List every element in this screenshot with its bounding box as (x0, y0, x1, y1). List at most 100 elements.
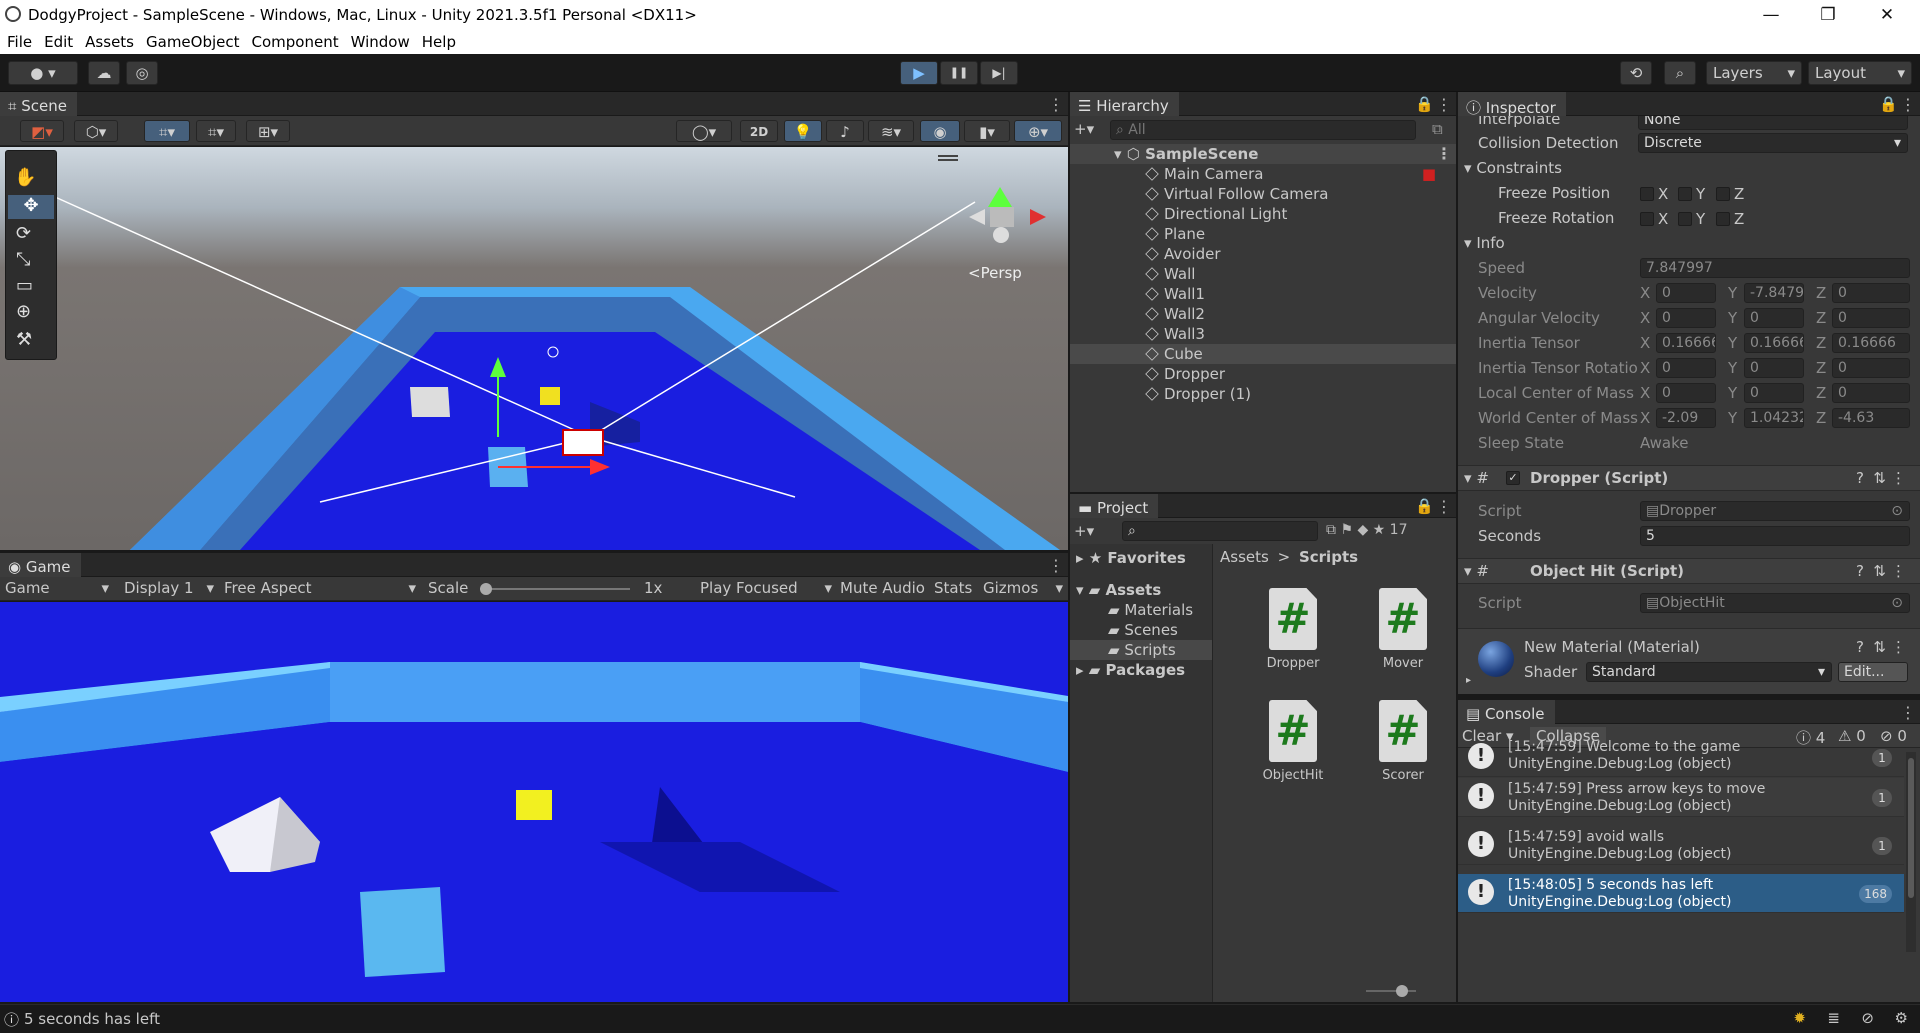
hierarchy-item[interactable]: Wall1 (1070, 284, 1456, 304)
hierarchy-search-input[interactable]: ⌕ All (1110, 120, 1416, 140)
menu-file[interactable]: File (0, 30, 37, 51)
seconds-input[interactable]: 5 (1640, 526, 1910, 546)
asset-scorer[interactable]: # Scorer (1358, 700, 1448, 783)
menu-assets[interactable]: Assets (78, 30, 139, 51)
account-button[interactable]: ● ▾ (8, 61, 78, 85)
cloud-icon[interactable]: ☁ (88, 61, 120, 85)
game-viewport[interactable] (0, 602, 1068, 1002)
hierarchy-item[interactable]: Dropper (1) (1070, 384, 1456, 404)
freeze-rot-x-checkbox[interactable] (1640, 212, 1654, 226)
objecthit-component-header[interactable]: ▾ # Object Hit (Script) ? ⇅ ⋮ (1458, 558, 1920, 584)
audio-icon[interactable]: ♪ (826, 120, 864, 142)
move-tool-icon[interactable]: ✥ (8, 195, 54, 219)
asset-dropper[interactable]: # Dropper (1248, 588, 1338, 671)
play-focused-dropdown[interactable]: Play Focused ▾ (700, 579, 832, 597)
tab-project[interactable]: ▬ Project (1070, 494, 1159, 518)
hierarchy-item[interactable]: Wall3 (1070, 324, 1456, 344)
console-scroll-thumb[interactable] (1908, 758, 1914, 898)
presets-icon[interactable]: ⇅ (1873, 469, 1886, 487)
game-mode-dropdown[interactable]: Game ▾ (5, 579, 109, 597)
menu-gameobject[interactable]: GameObject (139, 30, 245, 51)
tab-inspector[interactable]: ⓘ Inspector (1458, 92, 1566, 117)
menu-help[interactable]: Help (415, 30, 461, 51)
tab-scene[interactable]: ⌗ Scene (0, 92, 77, 116)
hierarchy-item[interactable]: Main Camera ■ (1070, 164, 1456, 184)
freeze-pos-z-checkbox[interactable] (1716, 187, 1730, 201)
hierarchy-item[interactable]: Wall (1070, 264, 1456, 284)
gizmos-icon[interactable]: ⊕▾ (1014, 120, 1062, 142)
project-filter-icons[interactable]: ⧉ ⚑ ◆ ★ 17 (1326, 522, 1408, 538)
asset-mover[interactable]: # Mover (1358, 588, 1448, 671)
hierarchy-item[interactable]: Avoider (1070, 244, 1456, 264)
scripts-folder[interactable]: ▰ Scripts (1070, 640, 1212, 660)
hierarchy-item[interactable]: Directional Light (1070, 204, 1456, 224)
lock-icon[interactable]: 🔒 (1415, 95, 1434, 113)
debug-icon[interactable]: ⊘ (1861, 1009, 1874, 1027)
persp-label[interactable]: <Persp (968, 264, 1022, 282)
log-entry[interactable]: ! [15:47:59] Press arrow keys to move Un… (1458, 778, 1904, 817)
log-entry[interactable]: ! [15:47:59] avoid walls UnityEngine.Deb… (1458, 826, 1904, 865)
maximize-button[interactable]: ❐ (1805, 2, 1851, 28)
hierarchy-item[interactable]: Plane (1070, 224, 1456, 244)
interpolate-dropdown[interactable]: None (1638, 116, 1908, 130)
asset-objecthit[interactable]: # ObjectHit (1248, 700, 1338, 783)
hierarchy-item[interactable]: Dropper (1070, 364, 1456, 384)
freeze-pos-x-checkbox[interactable] (1640, 187, 1654, 201)
scale-slider-thumb[interactable] (480, 583, 492, 595)
help-icon[interactable]: ? (1856, 469, 1864, 487)
layout-dropdown[interactable]: Layout ▾ (1808, 61, 1912, 85)
icon-size-thumb[interactable] (1396, 985, 1408, 997)
freeze-rot-z-checkbox[interactable] (1716, 212, 1730, 226)
hierarchy-item[interactable]: Wall2 (1070, 304, 1456, 324)
tab-game[interactable]: ◉ Game (0, 553, 81, 577)
console-scrollbar[interactable] (1906, 752, 1916, 952)
rect-tool-icon[interactable]: ▭ (16, 275, 33, 296)
freeze-pos-y-checkbox[interactable] (1678, 187, 1692, 201)
freeze-rot-y-checkbox[interactable] (1678, 212, 1692, 226)
lock-icon[interactable]: 🔒 (1879, 95, 1898, 113)
hierarchy-item[interactable]: Virtual Follow Camera (1070, 184, 1456, 204)
stats-button[interactable]: Stats (934, 579, 972, 597)
hidden-objects-icon[interactable]: ◉ (920, 120, 960, 142)
search-icon[interactable]: ⌕ (1664, 61, 1696, 85)
tab-console[interactable]: ▤ Console (1458, 700, 1555, 724)
log-entry[interactable]: ! [15:47:59] Welcome to the game UnityEn… (1458, 738, 1904, 777)
hierarchy-add-button[interactable]: +▾ (1074, 120, 1094, 138)
effects-icon[interactable]: ≋▾ (868, 120, 914, 142)
menu-edit[interactable]: Edit (37, 30, 78, 51)
shading-icon[interactable]: ◯▾ (676, 120, 732, 142)
close-button[interactable]: ✕ (1864, 2, 1910, 28)
shader-dropdown[interactable]: Standard ▾ (1586, 662, 1832, 682)
2d-toggle-button[interactable]: 2D (740, 120, 778, 142)
play-button[interactable]: ▶ (900, 61, 938, 85)
edit-shader-button[interactable]: Edit... (1838, 662, 1908, 682)
undo-history-icon[interactable]: ⟲ (1620, 61, 1652, 85)
game-menu-icon[interactable]: ⋮ (1048, 556, 1064, 575)
icon-size-slider[interactable] (1366, 985, 1416, 997)
scale-slider[interactable] (480, 583, 630, 595)
project-menu-icon[interactable]: ⋮ (1436, 497, 1452, 516)
minimize-button[interactable]: — (1748, 2, 1794, 28)
presets-icon[interactable]: ⇅ (1873, 562, 1886, 580)
draw-mode-icon[interactable]: ◩▾ (20, 120, 64, 142)
step-button[interactable]: ▶| (980, 61, 1018, 85)
scene-visibility-icon[interactable]: ⧉ (1432, 120, 1443, 138)
console-menu-icon[interactable]: ⋮ (1900, 703, 1916, 722)
constraints-foldout[interactable]: ▾ Constraints (1464, 159, 1562, 177)
assets-folder[interactable]: ▾ ▰ Assets (1076, 580, 1161, 600)
hierarchy-menu-icon[interactable]: ⋮ (1436, 95, 1452, 114)
project-search-input[interactable]: ⌕ (1122, 521, 1318, 541)
status-message[interactable]: 5 seconds has left (24, 1010, 160, 1028)
snap-icon[interactable]: ⌗▾ (196, 120, 236, 142)
scene-menu-icon[interactable]: ⋮ (1048, 95, 1064, 114)
settings-gear-icon[interactable]: ⚙ (1895, 1009, 1908, 1027)
render-mode-icon[interactable]: ⬡▾ (74, 120, 118, 142)
tab-hierarchy[interactable]: ☰ Hierarchy (1070, 92, 1179, 116)
log-entry-selected[interactable]: ! [15:48:05] 5 seconds has left UnityEng… (1458, 874, 1904, 913)
mute-audio-button[interactable]: Mute Audio (840, 579, 925, 597)
lighting-status-icon[interactable]: ✹ (1793, 1009, 1806, 1027)
cache-icon[interactable]: ≣ (1827, 1009, 1840, 1027)
scene-root-item[interactable]: ▾ ⬡ SampleScene ⋮ (1070, 144, 1456, 164)
inspector-menu-icon[interactable]: ⋮ (1900, 95, 1916, 114)
breadcrumb-assets[interactable]: Assets (1220, 548, 1269, 566)
